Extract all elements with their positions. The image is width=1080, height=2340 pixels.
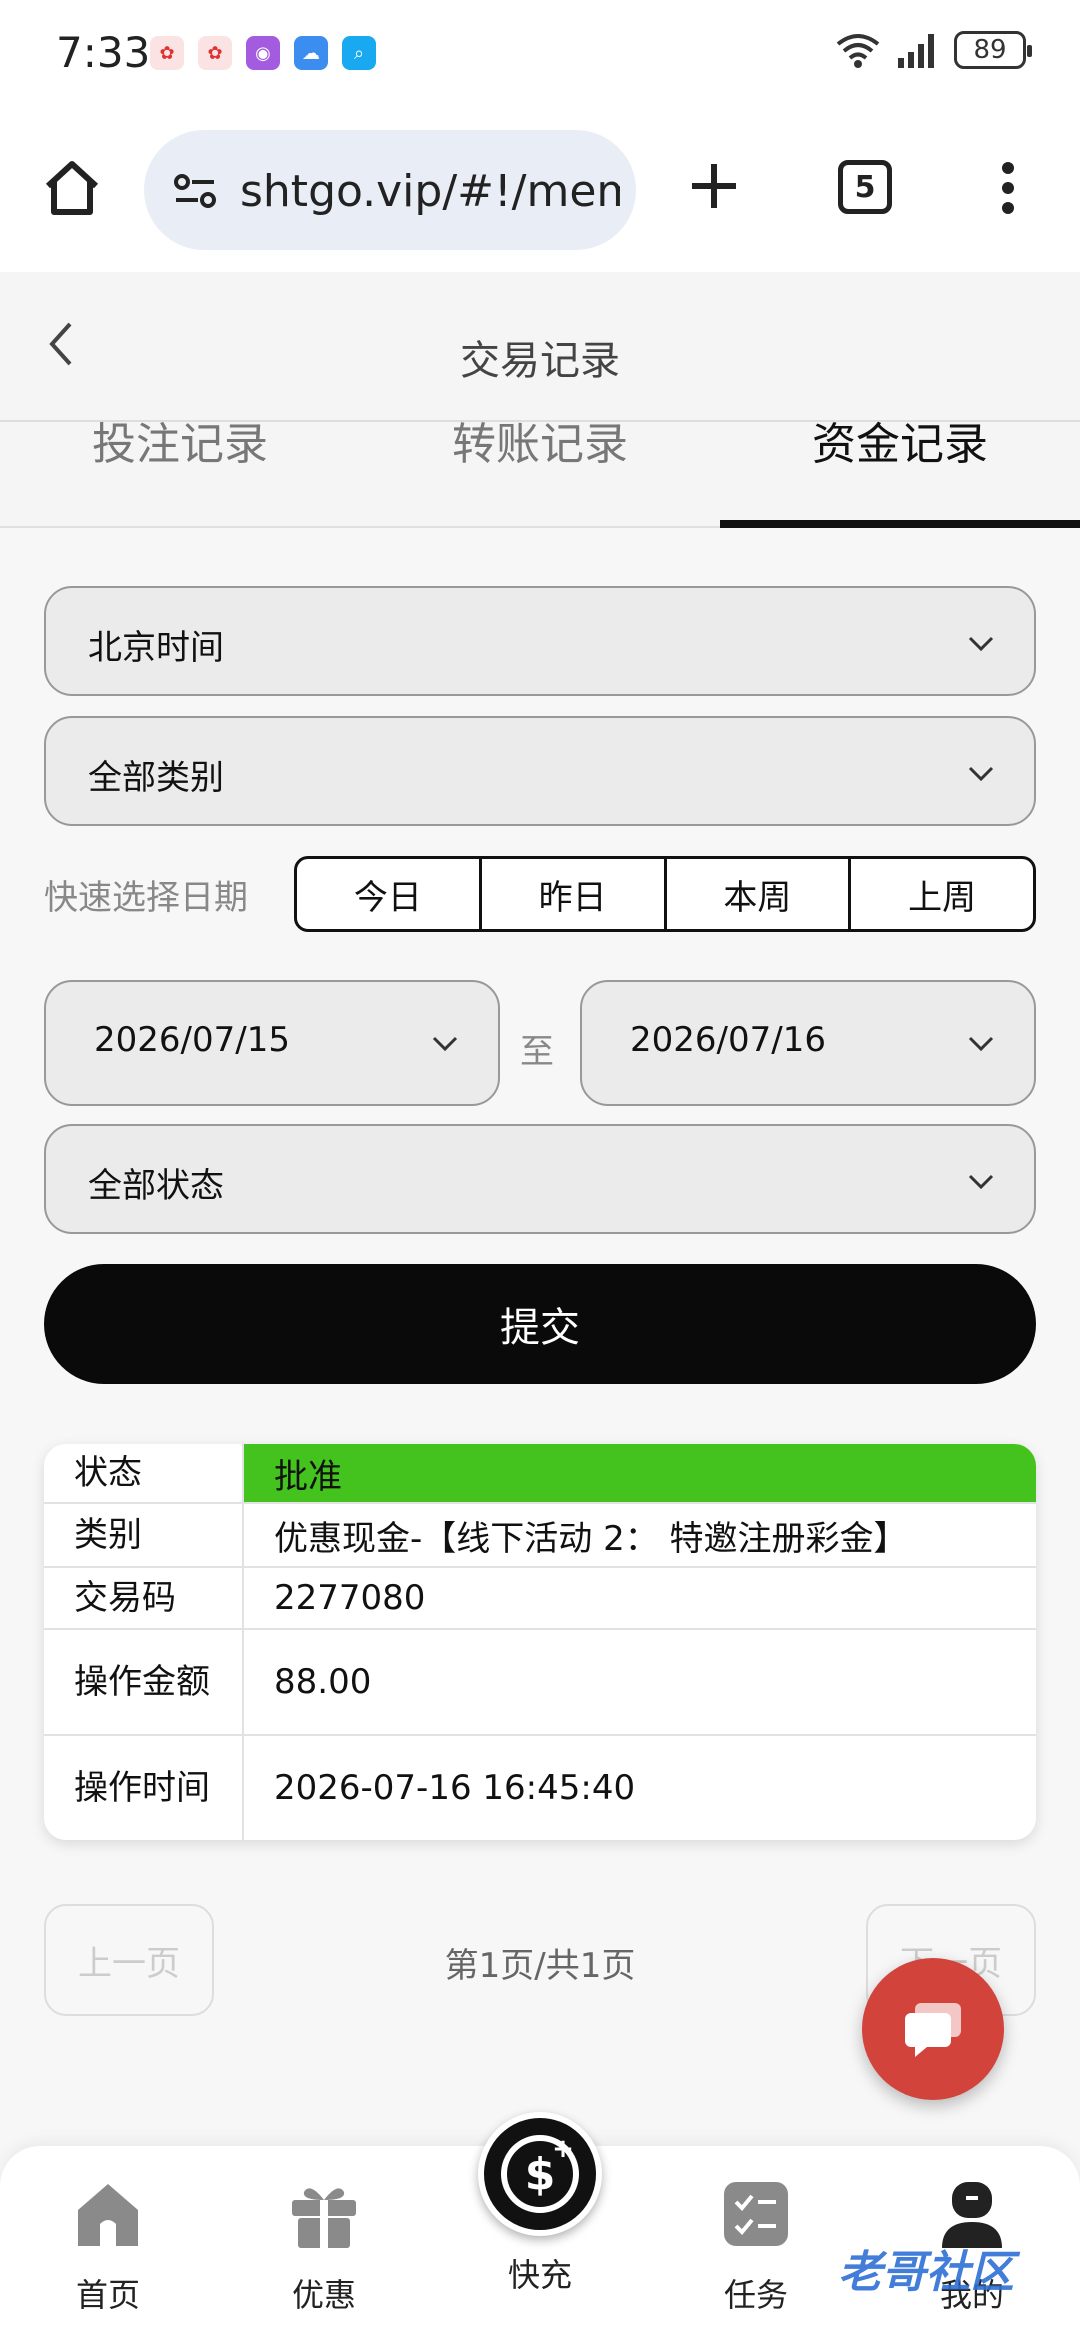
quick-date-last-week[interactable]: 上周 [851, 859, 1033, 929]
home-icon[interactable] [40, 156, 104, 220]
more-menu-icon[interactable] [996, 160, 1020, 216]
tasks-icon [724, 2182, 788, 2246]
chevron-down-icon [968, 1174, 994, 1190]
timezone-select[interactable]: 北京时间 [44, 586, 1036, 696]
date-to-value: 2026/07/16 [630, 1020, 826, 1060]
quick-date-this-week[interactable]: 本周 [667, 859, 852, 929]
quick-date-today[interactable]: 今日 [297, 859, 482, 929]
gift-icon [292, 2188, 356, 2248]
nav-tasks[interactable]: 任务 [676, 2176, 836, 2316]
watermark-logo: 老哥社区 [838, 2247, 1014, 2298]
quick-date-yesterday[interactable]: 昨日 [482, 859, 667, 929]
tab-transfer-records[interactable]: 转账记录 [360, 422, 720, 526]
record-value: 88.00 [274, 1662, 372, 1702]
status-bar: 7:33 ✿ ✿ ◉ ☁ ⌕ 89 [0, 0, 1080, 108]
search-app-icon: ⌕ [342, 36, 376, 70]
chevron-down-icon [968, 636, 994, 652]
date-separator: 至 [520, 1032, 554, 1072]
wifi-icon [836, 34, 880, 68]
tab-switcher-button[interactable]: 5 [838, 160, 892, 214]
status-right: 89 [834, 30, 1032, 70]
date-from-select[interactable]: 2026/07/15 [44, 980, 500, 1106]
new-tab-icon[interactable] [686, 158, 742, 214]
chat-icon [905, 2003, 961, 2057]
date-to-select[interactable]: 2026/07/16 [580, 980, 1036, 1106]
notification-icons: ✿ ✿ ◉ ☁ ⌕ [150, 36, 376, 70]
huawei-app-icon-2: ✿ [198, 36, 232, 70]
address-bar[interactable]: shtgo.vip/#!/mem [144, 130, 636, 250]
page-header: 交易记录 [0, 272, 1080, 422]
cloud-app-icon: ☁ [294, 36, 328, 70]
svg-text:$: $ [525, 2149, 556, 2200]
tab-bet-records[interactable]: 投注记录 [0, 422, 360, 526]
timezone-value: 北京时间 [88, 628, 224, 668]
browser-toolbar: shtgo.vip/#!/mem 5 [0, 108, 1080, 272]
url-text: shtgo.vip/#!/mem [240, 166, 620, 217]
record-tabs: 投注记录 转账记录 资金记录 [0, 422, 1080, 528]
tab-count: 5 [854, 169, 876, 205]
site-settings-icon[interactable] [170, 166, 220, 216]
status-select[interactable]: 全部状态 [44, 1124, 1036, 1234]
record-row-time: 操作时间 2026-07-16 16:45:40 [44, 1736, 1036, 1840]
record-label: 操作金额 [44, 1630, 244, 1734]
status-time: 7:33 [56, 28, 151, 77]
quick-date-group: 今日 昨日 本周 上周 [294, 856, 1036, 932]
purple-app-icon: ◉ [246, 36, 280, 70]
submit-button[interactable]: 提交 [44, 1264, 1036, 1384]
record-row-category: 类别 优惠现金-【线下活动 2： 特邀注册彩金】 [44, 1504, 1036, 1568]
record-label: 操作时间 [44, 1736, 244, 1840]
quick-date-label: 快速选择日期 [44, 878, 248, 918]
record-row-status: 状态 批准 [44, 1444, 1036, 1504]
record-label: 类别 [44, 1504, 244, 1566]
chat-button[interactable] [862, 1958, 1004, 2100]
home-icon [78, 2184, 138, 2246]
nav-tasks-label: 任务 [723, 2276, 788, 2314]
record-label: 交易码 [44, 1568, 244, 1628]
chevron-down-icon [968, 766, 994, 782]
record-label: 状态 [44, 1444, 244, 1502]
record-row-amount: 操作金额 88.00 [44, 1630, 1036, 1736]
page-title: 交易记录 [460, 338, 620, 384]
record-value: 2026-07-16 16:45:40 [274, 1768, 636, 1808]
tab-fund-records[interactable]: 资金记录 [720, 422, 1080, 528]
category-select[interactable]: 全部类别 [44, 716, 1036, 826]
record-row-transaction-code: 交易码 2277080 [44, 1568, 1036, 1630]
battery-indicator: 89 [954, 31, 1032, 69]
status-badge: 批准 [244, 1444, 1036, 1502]
category-value: 全部类别 [88, 758, 224, 798]
record-value: 2277080 [274, 1578, 426, 1618]
battery-level: 89 [973, 35, 1007, 65]
status-value: 全部状态 [88, 1166, 224, 1206]
chevron-down-icon [432, 1036, 458, 1052]
svg-text:+: + [552, 2134, 574, 2164]
quick-charge-button[interactable]: $ + [478, 2112, 602, 2236]
huawei-app-icon: ✿ [150, 36, 184, 70]
record-card: 状态 批准 类别 优惠现金-【线下活动 2： 特邀注册彩金】 交易码 22770… [44, 1444, 1036, 1840]
chevron-down-icon [968, 1036, 994, 1052]
record-value: 优惠现金-【线下活动 2： 特邀注册彩金】 [274, 1518, 908, 1559]
date-from-value: 2026/07/15 [94, 1020, 290, 1060]
signal-icon [898, 34, 934, 68]
dollar-plus-icon: $ + [501, 2134, 579, 2213]
